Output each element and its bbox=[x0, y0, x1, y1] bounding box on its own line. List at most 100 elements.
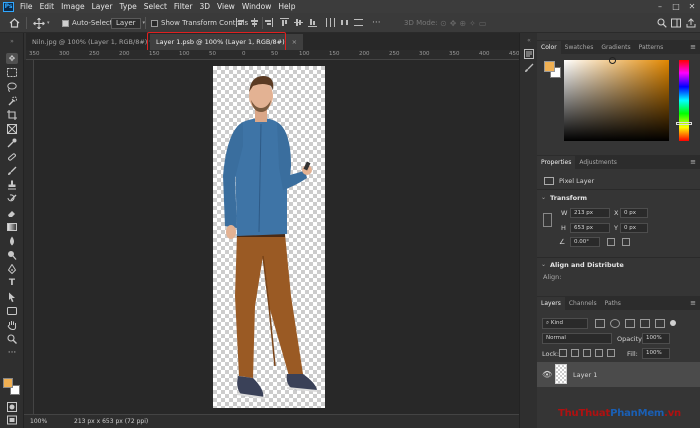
panel-foreground-swatch[interactable] bbox=[544, 61, 555, 72]
distribute-center-icon[interactable] bbox=[340, 18, 349, 27]
fill-field[interactable]: 100% bbox=[642, 348, 670, 359]
filter-pixel-icon[interactable] bbox=[595, 319, 605, 328]
panel-menu-icon[interactable]: ≡ bbox=[690, 299, 696, 307]
align-left-icon[interactable] bbox=[236, 18, 245, 27]
tab-patterns[interactable]: Patterns bbox=[635, 41, 668, 54]
pen-tool-icon[interactable] bbox=[6, 263, 18, 274]
quick-mask-icon[interactable] bbox=[6, 401, 18, 412]
distribute-left-icon[interactable] bbox=[326, 18, 335, 27]
layer-filter-dropdown[interactable]: ⌕ Kind bbox=[542, 318, 588, 329]
menu-select[interactable]: Select bbox=[144, 2, 167, 11]
toolbar-collapse-icon[interactable]: » bbox=[6, 36, 18, 47]
tab-color[interactable]: Color bbox=[537, 41, 561, 54]
expand-panels-icon[interactable]: « bbox=[524, 36, 534, 46]
zoom-tool-icon[interactable] bbox=[6, 333, 18, 344]
eye-visibility-icon[interactable]: 👁 bbox=[542, 370, 552, 379]
lasso-tool-icon[interactable] bbox=[6, 81, 18, 92]
chevron-down-icon[interactable]: ⌄ bbox=[541, 194, 546, 201]
distribute-right-icon[interactable] bbox=[354, 18, 363, 27]
show-transform-checkbox[interactable] bbox=[151, 19, 158, 27]
history-brush-tool-icon[interactable] bbox=[6, 193, 18, 204]
hue-slider-handle[interactable] bbox=[676, 122, 692, 125]
frame-tool-icon[interactable] bbox=[6, 123, 18, 134]
tab-layers[interactable]: Layers bbox=[537, 297, 565, 310]
3d-mode-icons[interactable]: ⊙✥⊕✧▭ bbox=[440, 17, 489, 29]
align-section-title[interactable]: Align and Distribute bbox=[550, 261, 624, 269]
close-tab-icon[interactable]: × bbox=[292, 38, 297, 46]
menu-3d[interactable]: 3D bbox=[199, 2, 210, 11]
move-tool-icon[interactable]: ✥ bbox=[6, 53, 18, 64]
opacity-field[interactable]: 100% bbox=[642, 333, 670, 344]
panel-menu-icon[interactable]: ≡ bbox=[690, 158, 696, 166]
more-options-icon[interactable]: ··· bbox=[372, 17, 381, 29]
gradient-tool-icon[interactable] bbox=[6, 221, 18, 232]
auto-select-checkbox[interactable] bbox=[62, 19, 69, 27]
filter-smart-object-icon[interactable] bbox=[655, 319, 665, 328]
zoom-level[interactable]: 100% bbox=[30, 418, 47, 425]
tab-swatches[interactable]: Swatches bbox=[561, 41, 598, 54]
filter-shape-icon[interactable] bbox=[640, 319, 650, 328]
menu-type[interactable]: Type bbox=[120, 2, 137, 11]
flip-vertical-icon[interactable] bbox=[622, 238, 630, 246]
flip-horizontal-icon[interactable] bbox=[607, 238, 615, 246]
menu-layer[interactable]: Layer bbox=[92, 2, 113, 11]
align-bottom-icon[interactable] bbox=[308, 18, 317, 27]
blur-tool-icon[interactable] bbox=[6, 235, 18, 246]
tab-paths[interactable]: Paths bbox=[601, 297, 625, 310]
angle-field[interactable]: 0.00° bbox=[570, 237, 600, 247]
x-field[interactable]: 0 px bbox=[620, 208, 648, 218]
blend-mode-dropdown[interactable]: Normal bbox=[542, 333, 612, 344]
align-center-icon[interactable] bbox=[250, 18, 259, 27]
lock-artboard-icon[interactable] bbox=[595, 349, 603, 357]
workspace-icon[interactable] bbox=[671, 17, 681, 29]
menu-help[interactable]: Help bbox=[278, 2, 295, 11]
eraser-tool-icon[interactable] bbox=[6, 207, 18, 218]
close-window-button[interactable]: ✕ bbox=[684, 0, 700, 13]
color-picker-cursor[interactable] bbox=[609, 57, 616, 64]
link-dimensions-icon[interactable] bbox=[543, 213, 552, 227]
move-tool-icon[interactable]: ▾ bbox=[33, 17, 50, 29]
width-field[interactable]: 213 px bbox=[570, 208, 610, 218]
history-panel-icon[interactable] bbox=[524, 49, 534, 59]
dodge-tool-icon[interactable] bbox=[6, 249, 18, 260]
align-right-icon[interactable] bbox=[264, 18, 273, 27]
marquee-tool-icon[interactable] bbox=[6, 67, 18, 78]
y-field[interactable]: 0 px bbox=[620, 223, 648, 233]
menu-view[interactable]: View bbox=[217, 2, 235, 11]
brush-tool-icon[interactable] bbox=[6, 165, 18, 176]
menu-window[interactable]: Window bbox=[242, 2, 272, 11]
filter-adjustment-icon[interactable] bbox=[610, 319, 620, 328]
eyedropper-tool-icon[interactable] bbox=[6, 137, 18, 148]
menu-edit[interactable]: Edit bbox=[40, 2, 55, 11]
menu-image[interactable]: Image bbox=[61, 2, 85, 11]
type-tool-icon[interactable]: T bbox=[6, 277, 18, 288]
panel-menu-icon[interactable]: ≡ bbox=[690, 43, 696, 51]
filter-toggle-icon[interactable] bbox=[670, 320, 676, 326]
layer-name[interactable]: Layer 1 bbox=[573, 371, 597, 379]
menu-filter[interactable]: Filter bbox=[174, 2, 193, 11]
chevron-down-icon[interactable]: ⌄ bbox=[541, 261, 546, 268]
search-icon[interactable] bbox=[657, 17, 667, 29]
align-top-icon[interactable] bbox=[280, 18, 289, 27]
document-canvas[interactable] bbox=[213, 66, 325, 408]
align-middle-icon[interactable] bbox=[294, 18, 303, 27]
hue-slider[interactable] bbox=[676, 60, 692, 141]
path-selection-tool-icon[interactable] bbox=[6, 291, 18, 302]
document-info[interactable]: 213 px x 653 px (72 ppi) bbox=[74, 418, 148, 425]
tab-properties[interactable]: Properties bbox=[537, 156, 576, 169]
brush-settings-panel-icon[interactable] bbox=[524, 63, 534, 73]
filter-type-icon[interactable] bbox=[625, 319, 635, 328]
minimize-button[interactable]: – bbox=[652, 0, 668, 13]
home-icon[interactable] bbox=[9, 17, 20, 29]
height-field[interactable]: 653 px bbox=[570, 223, 610, 233]
crop-tool-icon[interactable] bbox=[6, 109, 18, 120]
layer-thumbnail[interactable] bbox=[555, 364, 567, 384]
tab-adjustments[interactable]: Adjustments bbox=[575, 156, 621, 169]
share-icon[interactable] bbox=[686, 17, 696, 29]
lock-all-icon[interactable] bbox=[607, 349, 615, 357]
healing-brush-tool-icon[interactable] bbox=[6, 151, 18, 162]
foreground-color-swatch[interactable] bbox=[3, 378, 13, 388]
show-transform-toggle[interactable]: Show Transform Controls bbox=[151, 17, 248, 29]
tab-gradients[interactable]: Gradients bbox=[597, 41, 634, 54]
lock-position-icon[interactable] bbox=[583, 349, 591, 357]
